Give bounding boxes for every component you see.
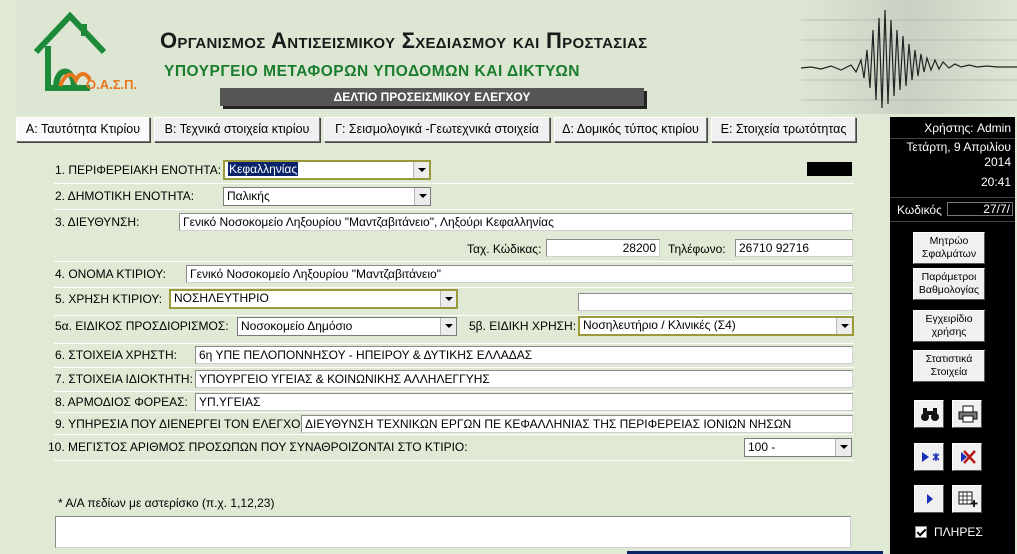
municipal-unit-select[interactable]: Παλικής	[223, 187, 431, 206]
print-button[interactable]	[952, 400, 982, 428]
status-indicator	[807, 162, 852, 176]
building-identity-form: 1. ΠΕΡΙΦΕΡΕΙΑΚΗ ΕΝΟΤΗΤΑ: Κεφαλληνίας 2. …	[16, 143, 884, 554]
building-use-label: 5. ΧΡΗΣΗ ΚΤΙΡΙΟΥ:	[55, 292, 163, 306]
address-label: 3. ΔΙΕΥΘΥΝΣΗ:	[55, 215, 140, 229]
binoculars-icon	[921, 408, 939, 421]
building-use-select[interactable]: ΝΟΣΗΛΕΥΤΗΡΙΟ	[169, 289, 458, 309]
municipal-unit-label: 2. ΔΗΜΟΤΙΚΗ ΕΝΟΤΗΤΑ:	[55, 189, 195, 203]
owner-details-field[interactable]: ΥΠΟΥΡΓΕΙΟ ΥΓΕΙΑΣ & ΚΟΙΝΩΝΙΚΗΣ ΑΛΛΗΛΕΓΓΥΗ…	[195, 370, 853, 388]
new-record-button[interactable]	[914, 443, 944, 471]
max-persons-label: 10. ΜΕΓΙΣΤΟΣ ΑΡΙΘΜΟΣ ΠΡΟΣΩΠΩΝ ΠΟΥ ΣΥΝΑΘΡ…	[48, 440, 468, 454]
app-header: Ο.Α.Σ.Π. Οργανισμος Αντισεισμικου Σχεδια…	[16, 0, 1017, 114]
regional-unit-select[interactable]: Κεφαλληνίας	[223, 160, 431, 180]
next-record-icon	[927, 494, 933, 504]
owner-details-label: 7. ΣΤΟΙΧΕΙΑ ΙΔΙΟΚΤΗΤΗ:	[55, 372, 193, 386]
score-parameters-button[interactable]: Παράμετροι Βαθμολογίας	[913, 268, 985, 300]
competent-authority-label: 8. ΑΡΜΟΔΙΟΣ ΦΟΡΕΑΣ:	[55, 395, 188, 409]
tab-seismological-data[interactable]: Γ: Σεισμολογικά -Γεωτεχνικά στοιχεία	[324, 117, 550, 142]
organization-title: Οργανισμος Αντισεισμικου Σχεδιασμου και …	[160, 28, 648, 53]
statistics-button[interactable]: Στατιστικά Στοιχεία	[913, 350, 985, 382]
max-persons-select[interactable]: 100 -	[744, 438, 852, 457]
printer-icon	[958, 405, 978, 423]
phone-field[interactable]: 26710 92716	[735, 239, 853, 257]
asterisk-note: * Α/Α πεδίων με αστερίσκο (π.χ. 1,12,23)	[58, 496, 275, 510]
time-display: 20:41	[980, 175, 1011, 189]
add-record-icon	[958, 491, 978, 507]
building-name-field[interactable]: Γενικό Νοσοκομείο Ληξουρίου "Μαντζαβιτάν…	[186, 265, 853, 283]
date-line-1: Τετάρτη, 9 Απριλίου	[906, 140, 1011, 154]
max-persons-value: 100 -	[748, 440, 776, 454]
notes-field[interactable]	[55, 516, 851, 548]
search-button[interactable]	[914, 400, 944, 428]
new-record-icon	[922, 452, 940, 462]
special-designation-value: Νοσοκομείο Δημόσιο	[241, 319, 353, 333]
delete-record-icon	[961, 450, 976, 464]
special-designation-select[interactable]: Νοσοκομείο Δημόσιο	[237, 317, 457, 336]
user-details-label: 6. ΣΤΟΙΧΕΙΑ ΧΡΗΣΤΗ:	[55, 348, 177, 362]
phone-label: Τηλέφωνο:	[668, 242, 726, 256]
complete-checkbox[interactable]	[915, 526, 927, 538]
regional-unit-value: Κεφαλληνίας	[228, 162, 299, 176]
special-use-value: Νοσηλευτήριο / Κλινικές (Σ4)	[583, 318, 736, 332]
chevron-down-icon[interactable]	[413, 162, 429, 178]
building-use-value: ΝΟΣΗΛΕΥΤΗΡΙΟ	[174, 291, 269, 305]
building-name-label: 4. ΟΝΟΜΑ ΚΤΙΡΙΟΥ:	[55, 267, 166, 281]
user-manual-button[interactable]: Εγχειρίδιο χρήσης	[913, 310, 985, 342]
delete-record-button[interactable]	[952, 443, 982, 471]
logo-text: Ο.Α.Σ.Π.	[86, 77, 138, 92]
building-use-extra-field[interactable]	[578, 293, 853, 311]
add-record-button[interactable]	[952, 485, 982, 513]
regional-unit-label: 1. ΠΕΡΙΦΕΡΕΙΑΚΗ ΕΝΟΤΗΤΑ:	[55, 163, 222, 177]
right-panel: Χρήστης: Admin Τετάρτη, 9 Απριλίου 2014 …	[890, 117, 1015, 554]
complete-label: ΠΛΗΡΕΣ	[934, 525, 983, 539]
ministry-title: ΥΠΟΥΡΓΕΙΟ ΜΕΤΑΦΟΡΩΝ ΥΠΟΔΟΜΩΝ ΚΑΙ ΔΙΚΤΥΩΝ	[164, 63, 580, 80]
chevron-down-icon[interactable]	[835, 439, 851, 456]
next-record-button[interactable]	[914, 485, 944, 513]
competent-authority-field[interactable]: ΥΠ.ΥΓΕΙΑΣ	[195, 393, 853, 411]
postal-code-label: Ταχ. Κώδικας:	[467, 242, 542, 256]
code-label: Κωδικός	[897, 203, 942, 217]
form-title-banner: ΔΕΛΤΙΟ ΠΡΟΣΕΙΣΜΙΚΟΥ ΕΛΕΓΧΟΥ	[220, 88, 644, 106]
code-field[interactable]: 27/7/	[947, 202, 1013, 216]
inspecting-service-field[interactable]: ΔΙΕΥΘΥΝΣΗ ΤΕΧΝΙΚΩΝ ΕΡΓΩΝ ΠΕ ΚΕΦΑΛΛΗΝΙΑΣ …	[301, 415, 853, 433]
tab-building-identity[interactable]: Α: Ταυτότητα Κτιρίου	[16, 117, 150, 142]
chevron-down-icon[interactable]	[440, 291, 456, 307]
tab-structural-type[interactable]: Δ: Δομικός τύπος κτιρίου	[554, 117, 707, 142]
chevron-down-icon[interactable]	[414, 188, 430, 205]
address-field[interactable]: Γενικό Νοσοκομείο Ληξουρίου "Μαντζαβιτάν…	[179, 213, 853, 231]
municipal-unit-value: Παλικής	[227, 189, 270, 203]
user-details-field[interactable]: 6η ΥΠΕ ΠΕΛΟΠΟΝΝΗΣΟΥ - ΗΠΕΙΡΟΥ & ΔΥΤΙΚΗΣ …	[195, 346, 853, 364]
inspecting-service-label: 9. ΥΠΗΡΕΣΙΑ ΠΟΥ ΔΙΕΝΕΡΓΕΙ ΤΟΝ ΕΛΕΓΧΟ:	[55, 417, 304, 431]
chevron-down-icon[interactable]	[836, 318, 852, 334]
special-designation-label: 5α. ΕΙΔΙΚΟΣ ΠΡΟΣΔΙΟΡΙΣΜΟΣ:	[55, 319, 229, 333]
postal-code-field[interactable]: 28200	[546, 239, 660, 257]
error-registry-button[interactable]: Μητρώο Σφαλμάτων	[913, 232, 985, 264]
chevron-down-icon[interactable]	[440, 318, 456, 335]
special-use-label: 5β. ΕΙΔΙΚΗ ΧΡΗΣΗ:	[469, 319, 577, 333]
user-info: Χρήστης: Admin	[924, 121, 1011, 135]
tab-vulnerability-data[interactable]: Ε: Στοιχεία τρωτότητας	[711, 117, 856, 142]
special-use-select[interactable]: Νοσηλευτήριο / Κλινικές (Σ4)	[578, 316, 854, 336]
tab-technical-data[interactable]: Β: Τεχνικά στοιχεία κτιρίου	[154, 117, 320, 142]
seismogram-icon	[801, 0, 1017, 114]
date-line-2: 2014	[984, 155, 1011, 169]
